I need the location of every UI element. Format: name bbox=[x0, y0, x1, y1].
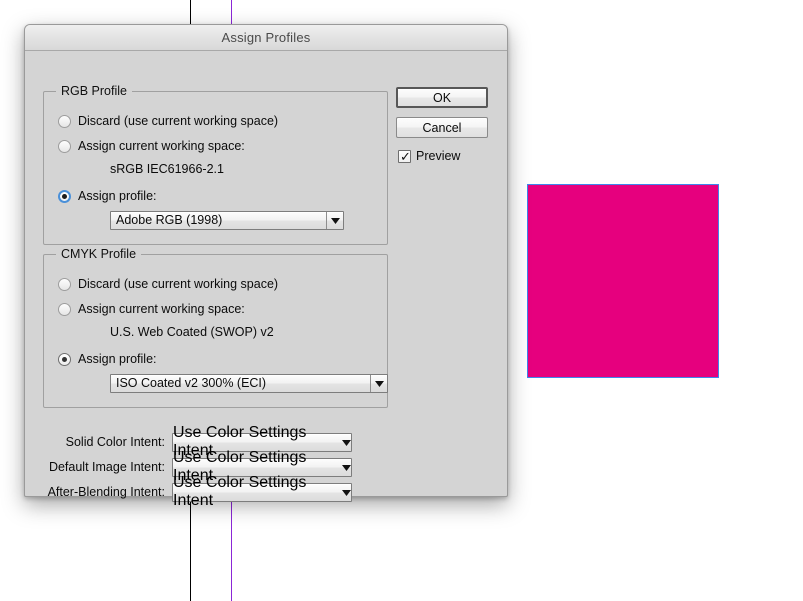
cmyk-radio-assign-profile-label: Assign profile: bbox=[78, 352, 157, 366]
cmyk-radio-discard-label: Discard (use current working space) bbox=[78, 277, 279, 291]
cmyk-radio-assign-working-space[interactable]: Assign current working space: bbox=[58, 300, 245, 318]
preview-checkbox[interactable]: ✓ Preview bbox=[398, 149, 460, 163]
dialog-body: RGB Profile Discard (use current working… bbox=[25, 51, 507, 509]
after-blending-intent-select[interactable]: Use Color Settings Intent bbox=[172, 474, 352, 509]
cmyk-radio-discard[interactable]: Discard (use current working space) bbox=[58, 275, 278, 293]
chevron-down-icon bbox=[326, 212, 343, 229]
chevron-down-icon bbox=[370, 375, 387, 392]
artwork-magenta-rectangle[interactable] bbox=[527, 184, 719, 378]
cmyk-radio-assign-working-space-label: Assign current working space: bbox=[78, 302, 245, 316]
rgb-radio-assign-working-space[interactable]: Assign current working space: bbox=[58, 137, 245, 155]
cmyk-profile-select-value: ISO Coated v2 300% (ECI) bbox=[116, 376, 267, 390]
rgb-radio-discard-label: Discard (use current working space) bbox=[78, 114, 279, 128]
chevron-down-icon bbox=[342, 458, 351, 476]
cmyk-profile-group: CMYK Profile Discard (use current workin… bbox=[43, 247, 388, 408]
after-blending-intent-label: After-Blending Intent: bbox=[47, 485, 165, 499]
cmyk-profile-select[interactable]: ISO Coated v2 300% (ECI) bbox=[110, 374, 388, 393]
rgb-profile-group-legend: RGB Profile bbox=[56, 84, 132, 98]
cmyk-working-space-value: U.S. Web Coated (SWOP) v2 bbox=[110, 325, 274, 339]
rgb-working-space-value: sRGB IEC61966-2.1 bbox=[110, 162, 224, 176]
solid-color-intent-label: Solid Color Intent: bbox=[65, 435, 165, 449]
preview-checkbox-label: Preview bbox=[416, 149, 461, 163]
dialog-titlebar[interactable]: Assign Profiles bbox=[25, 25, 507, 51]
chevron-down-icon bbox=[342, 483, 351, 501]
chevron-down-icon bbox=[342, 433, 351, 451]
checkmark-icon: ✓ bbox=[400, 148, 411, 164]
radio-icon-unselected bbox=[58, 139, 71, 153]
assign-profiles-dialog: Assign Profiles RGB Profile Discard (use… bbox=[24, 24, 508, 509]
rgb-radio-assign-working-space-label: Assign current working space: bbox=[78, 139, 245, 153]
rgb-radio-discard[interactable]: Discard (use current working space) bbox=[58, 112, 278, 130]
after-blending-intent-row: After-Blending Intent: Use Color Setting… bbox=[41, 474, 371, 509]
rgb-profile-group: RGB Profile Discard (use current working… bbox=[43, 84, 388, 245]
application-canvas: Assign Profiles RGB Profile Discard (use… bbox=[0, 0, 803, 601]
rgb-profile-select[interactable]: Adobe RGB (1998) bbox=[110, 211, 344, 230]
cancel-button-label: Cancel bbox=[422, 120, 462, 135]
rgb-radio-assign-profile[interactable]: Assign profile: bbox=[58, 187, 157, 205]
cancel-button[interactable]: Cancel bbox=[396, 117, 488, 138]
after-blending-intent-value: Use Color Settings Intent bbox=[173, 474, 307, 509]
rgb-profile-select-value: Adobe RGB (1998) bbox=[116, 213, 223, 227]
rgb-radio-assign-profile-label: Assign profile: bbox=[78, 189, 157, 203]
radio-icon-selected bbox=[58, 189, 71, 203]
radio-icon-selected bbox=[58, 352, 71, 366]
radio-icon-unselected bbox=[58, 114, 71, 128]
ok-button-label: OK bbox=[432, 90, 452, 105]
ok-button[interactable]: OK bbox=[396, 87, 488, 108]
cmyk-radio-assign-profile[interactable]: Assign profile: bbox=[58, 350, 157, 368]
cmyk-profile-group-legend: CMYK Profile bbox=[56, 247, 142, 261]
radio-icon-unselected bbox=[58, 277, 71, 291]
checkbox-icon-checked: ✓ bbox=[398, 148, 411, 164]
dialog-title: Assign Profiles bbox=[221, 30, 311, 45]
radio-icon-unselected bbox=[58, 302, 71, 316]
default-image-intent-label: Default Image Intent: bbox=[48, 460, 165, 474]
